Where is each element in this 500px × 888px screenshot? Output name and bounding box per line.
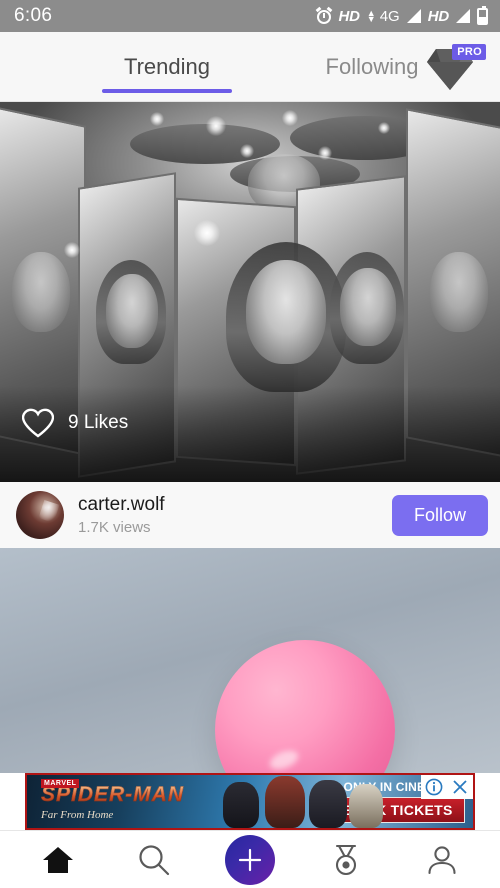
tab-trending-label: Trending (123, 53, 210, 79)
alarm-clock-icon (315, 6, 332, 24)
ad-text-block: SPIDER-MAN Far From Home (27, 782, 217, 821)
status-bar: 6:06 HD ▲ ▼ 4G HD (0, 0, 500, 32)
hd-label-1: HD (338, 7, 360, 25)
feed-list[interactable]: 9 Likes carter.wolf 1.7K views Follow (0, 102, 500, 888)
ad-subtitle: Far From Home (41, 808, 114, 821)
likes-row[interactable]: 9 Likes (22, 408, 128, 438)
avatar[interactable] (16, 491, 64, 539)
nav-create[interactable] (215, 831, 285, 888)
marvel-logo: MARVEL (41, 779, 80, 788)
post-1-overlay: 9 Likes (0, 386, 500, 482)
username[interactable]: carter.wolf (78, 494, 378, 516)
heart-outline-icon[interactable] (22, 408, 54, 438)
follow-button[interactable]: Follow (391, 494, 488, 536)
network-label: 4G (379, 7, 400, 25)
status-bar-icons: HD ▲ ▼ 4G HD (315, 5, 488, 25)
adchoices-info-icon[interactable] (421, 775, 447, 799)
user-meta: carter.wolf 1.7K views (78, 494, 378, 536)
post-1-user-row: carter.wolf 1.7K views Follow (0, 482, 500, 548)
signal-bars-icon-1 (406, 9, 421, 23)
view-count: 1.7K views (78, 519, 151, 536)
ad-banner-container: MARVEL SPIDER-MAN Far From Home ONLY IN … (0, 773, 500, 830)
hd-label-2: HD (427, 7, 449, 25)
medal-icon (335, 844, 357, 875)
ad-banner[interactable]: MARVEL SPIDER-MAN Far From Home ONLY IN … (25, 773, 475, 830)
top-tab-bar: Trending Following PRO (0, 32, 500, 102)
app-screen: 6:06 HD ▲ ▼ 4G HD Trending Following PRO… (0, 0, 500, 888)
person-icon (428, 845, 456, 874)
data-transfer-arrows-icon: ▲ ▼ (366, 8, 376, 24)
signal-bars-icon-2 (456, 9, 470, 23)
status-bar-time: 6:06 (14, 5, 53, 26)
ad-controls (421, 775, 473, 799)
battery-icon (477, 5, 488, 25)
nav-home[interactable] (23, 831, 93, 888)
plus-icon (238, 848, 262, 871)
create-post-button[interactable] (225, 834, 275, 885)
bottom-navigation-bar (0, 830, 500, 888)
nav-awards[interactable] (311, 831, 381, 888)
home-icon (43, 846, 73, 873)
ad-artwork (217, 775, 383, 828)
tab-trending[interactable]: Trending (62, 32, 272, 101)
nav-profile[interactable] (407, 831, 477, 888)
nav-search[interactable] (119, 831, 189, 888)
pro-label: PRO (452, 43, 486, 60)
search-icon (139, 844, 170, 875)
close-icon[interactable] (447, 775, 473, 799)
tab-following-label: Following (325, 53, 419, 79)
post-1-media[interactable]: 9 Likes (0, 102, 500, 482)
post-2-media[interactable] (0, 548, 500, 773)
pink-balloon-image (215, 640, 395, 773)
pro-upgrade-button[interactable]: PRO (420, 41, 486, 93)
likes-count: 9 Likes (68, 412, 129, 433)
